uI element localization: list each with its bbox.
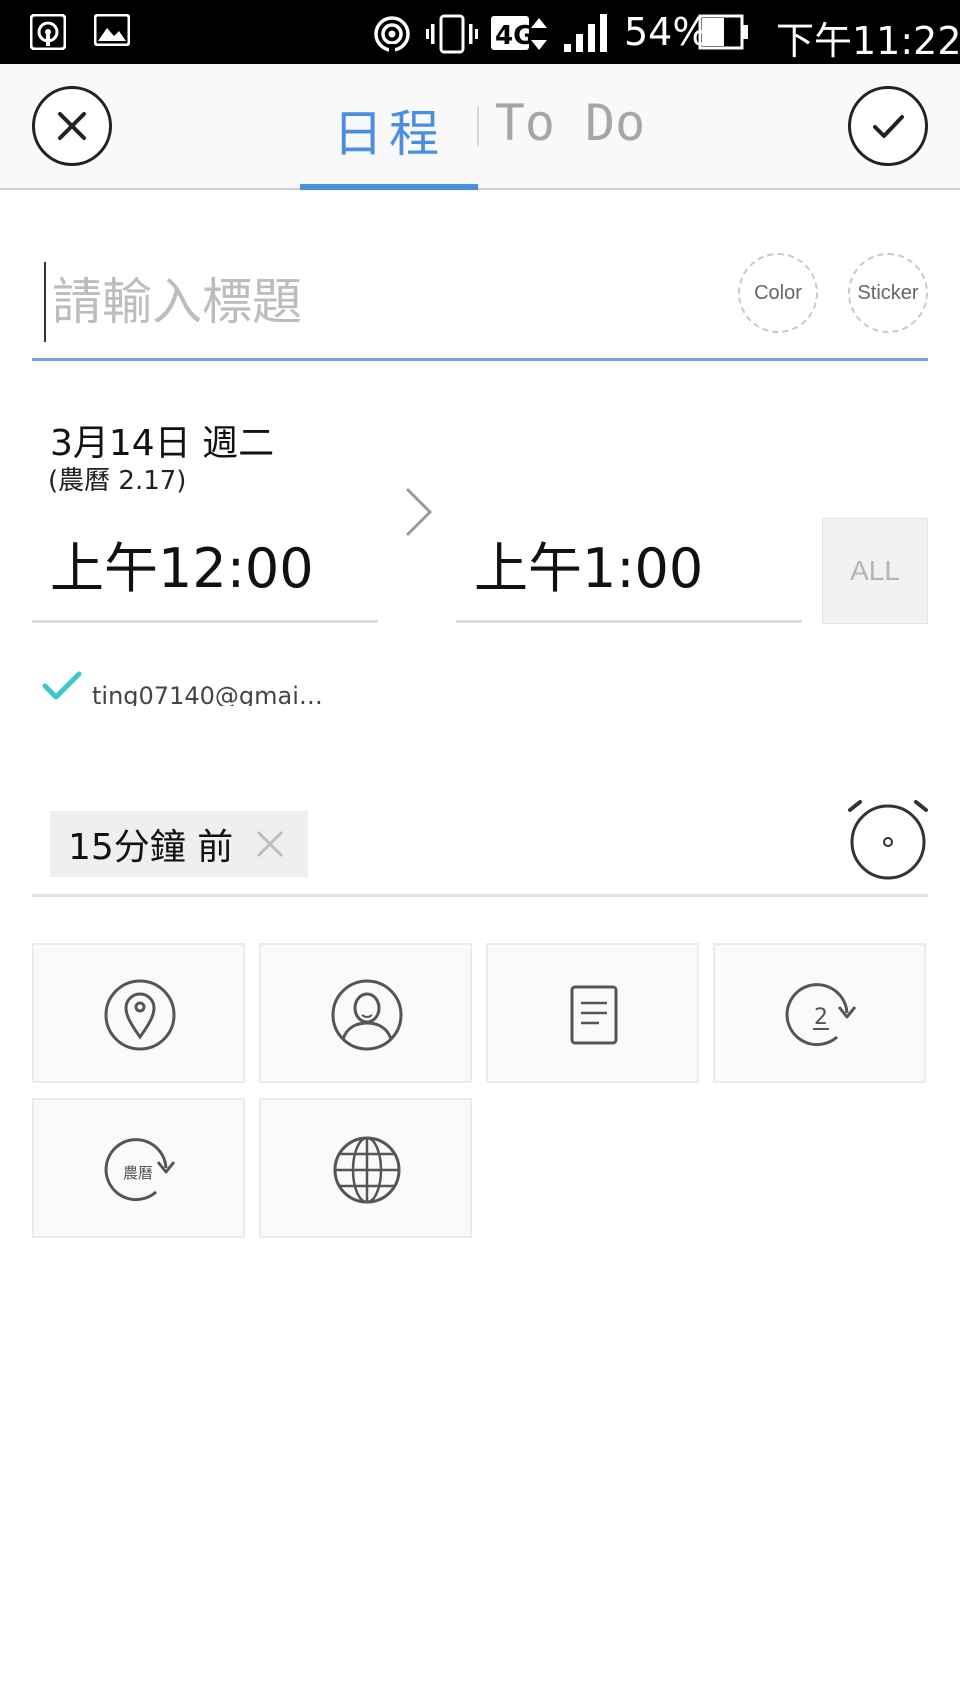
color-button[interactable]: Color xyxy=(738,253,818,333)
timezone-button[interactable] xyxy=(259,1098,472,1238)
tab-todo[interactable]: To Do xyxy=(490,94,650,152)
clock: 下午11:22 xyxy=(776,19,960,63)
title-underline xyxy=(32,358,928,361)
sticker-button-label: Sticker xyxy=(857,281,919,304)
status-bar: 4G 54% 下午11:22 xyxy=(0,0,960,64)
lunar-date: (農曆 2.17) xyxy=(48,466,187,496)
signal-icon xyxy=(564,14,607,52)
note-button[interactable] xyxy=(486,943,699,1083)
close-icon xyxy=(58,112,86,140)
color-button-label: Color xyxy=(754,281,802,304)
start-time-underline xyxy=(32,620,378,623)
checkmark-icon xyxy=(873,115,904,138)
lunar-repeat-icon: 農曆 xyxy=(104,1138,176,1202)
vibrate-icon xyxy=(426,14,478,54)
check-icon[interactable] xyxy=(42,670,82,702)
svg-text:4G: 4G xyxy=(495,21,534,51)
mobile-data-icon: 4G xyxy=(491,16,547,51)
end-time[interactable]: 上午1:00 xyxy=(474,524,703,603)
svg-text:2: 2 xyxy=(814,1005,828,1030)
person-button[interactable] xyxy=(259,943,472,1083)
note-icon xyxy=(570,985,618,1045)
close-icon[interactable] xyxy=(254,828,286,860)
repeat-icon: 2 xyxy=(785,983,857,1047)
header: 日程 To Do xyxy=(0,64,960,190)
confirm-button[interactable] xyxy=(848,86,928,166)
title-input[interactable] xyxy=(44,262,684,342)
tab-indicator xyxy=(300,184,478,190)
location-button[interactable] xyxy=(32,943,245,1083)
all-day-label: ALL xyxy=(850,555,900,586)
globe-icon xyxy=(333,1136,401,1204)
lunar-repeat-button[interactable]: 農曆 xyxy=(32,1098,245,1238)
battery-icon xyxy=(698,14,748,50)
tab-schedule[interactable]: 日程 xyxy=(300,94,478,166)
alarm-clock-icon[interactable] xyxy=(846,796,930,880)
chevron-right-icon xyxy=(405,487,433,537)
event-date[interactable]: 3月14日 週二 xyxy=(50,414,274,466)
reminder-chip[interactable]: 15分鐘 前 xyxy=(50,811,308,877)
hotspot-icon xyxy=(30,14,66,50)
gallery-icon xyxy=(94,14,130,46)
battery-percent: 54% xyxy=(624,10,709,54)
end-time-underline xyxy=(456,620,802,623)
account-email[interactable]: ting07140@gmai… xyxy=(92,682,323,706)
repeat-button[interactable]: 2 xyxy=(713,943,926,1083)
reminder-underline xyxy=(32,894,928,897)
sticker-button[interactable]: Sticker xyxy=(848,253,928,333)
all-day-button[interactable]: ALL xyxy=(822,518,928,624)
svg-text:農曆: 農曆 xyxy=(123,1164,153,1182)
tab-divider xyxy=(477,106,479,146)
location-pin-icon xyxy=(104,979,176,1051)
start-time[interactable]: 上午12:00 xyxy=(50,524,314,603)
reminder-label: 15分鐘 前 xyxy=(68,827,234,868)
wifi-tethering-icon xyxy=(374,16,410,54)
person-icon xyxy=(331,979,403,1051)
cancel-button[interactable] xyxy=(32,86,112,166)
